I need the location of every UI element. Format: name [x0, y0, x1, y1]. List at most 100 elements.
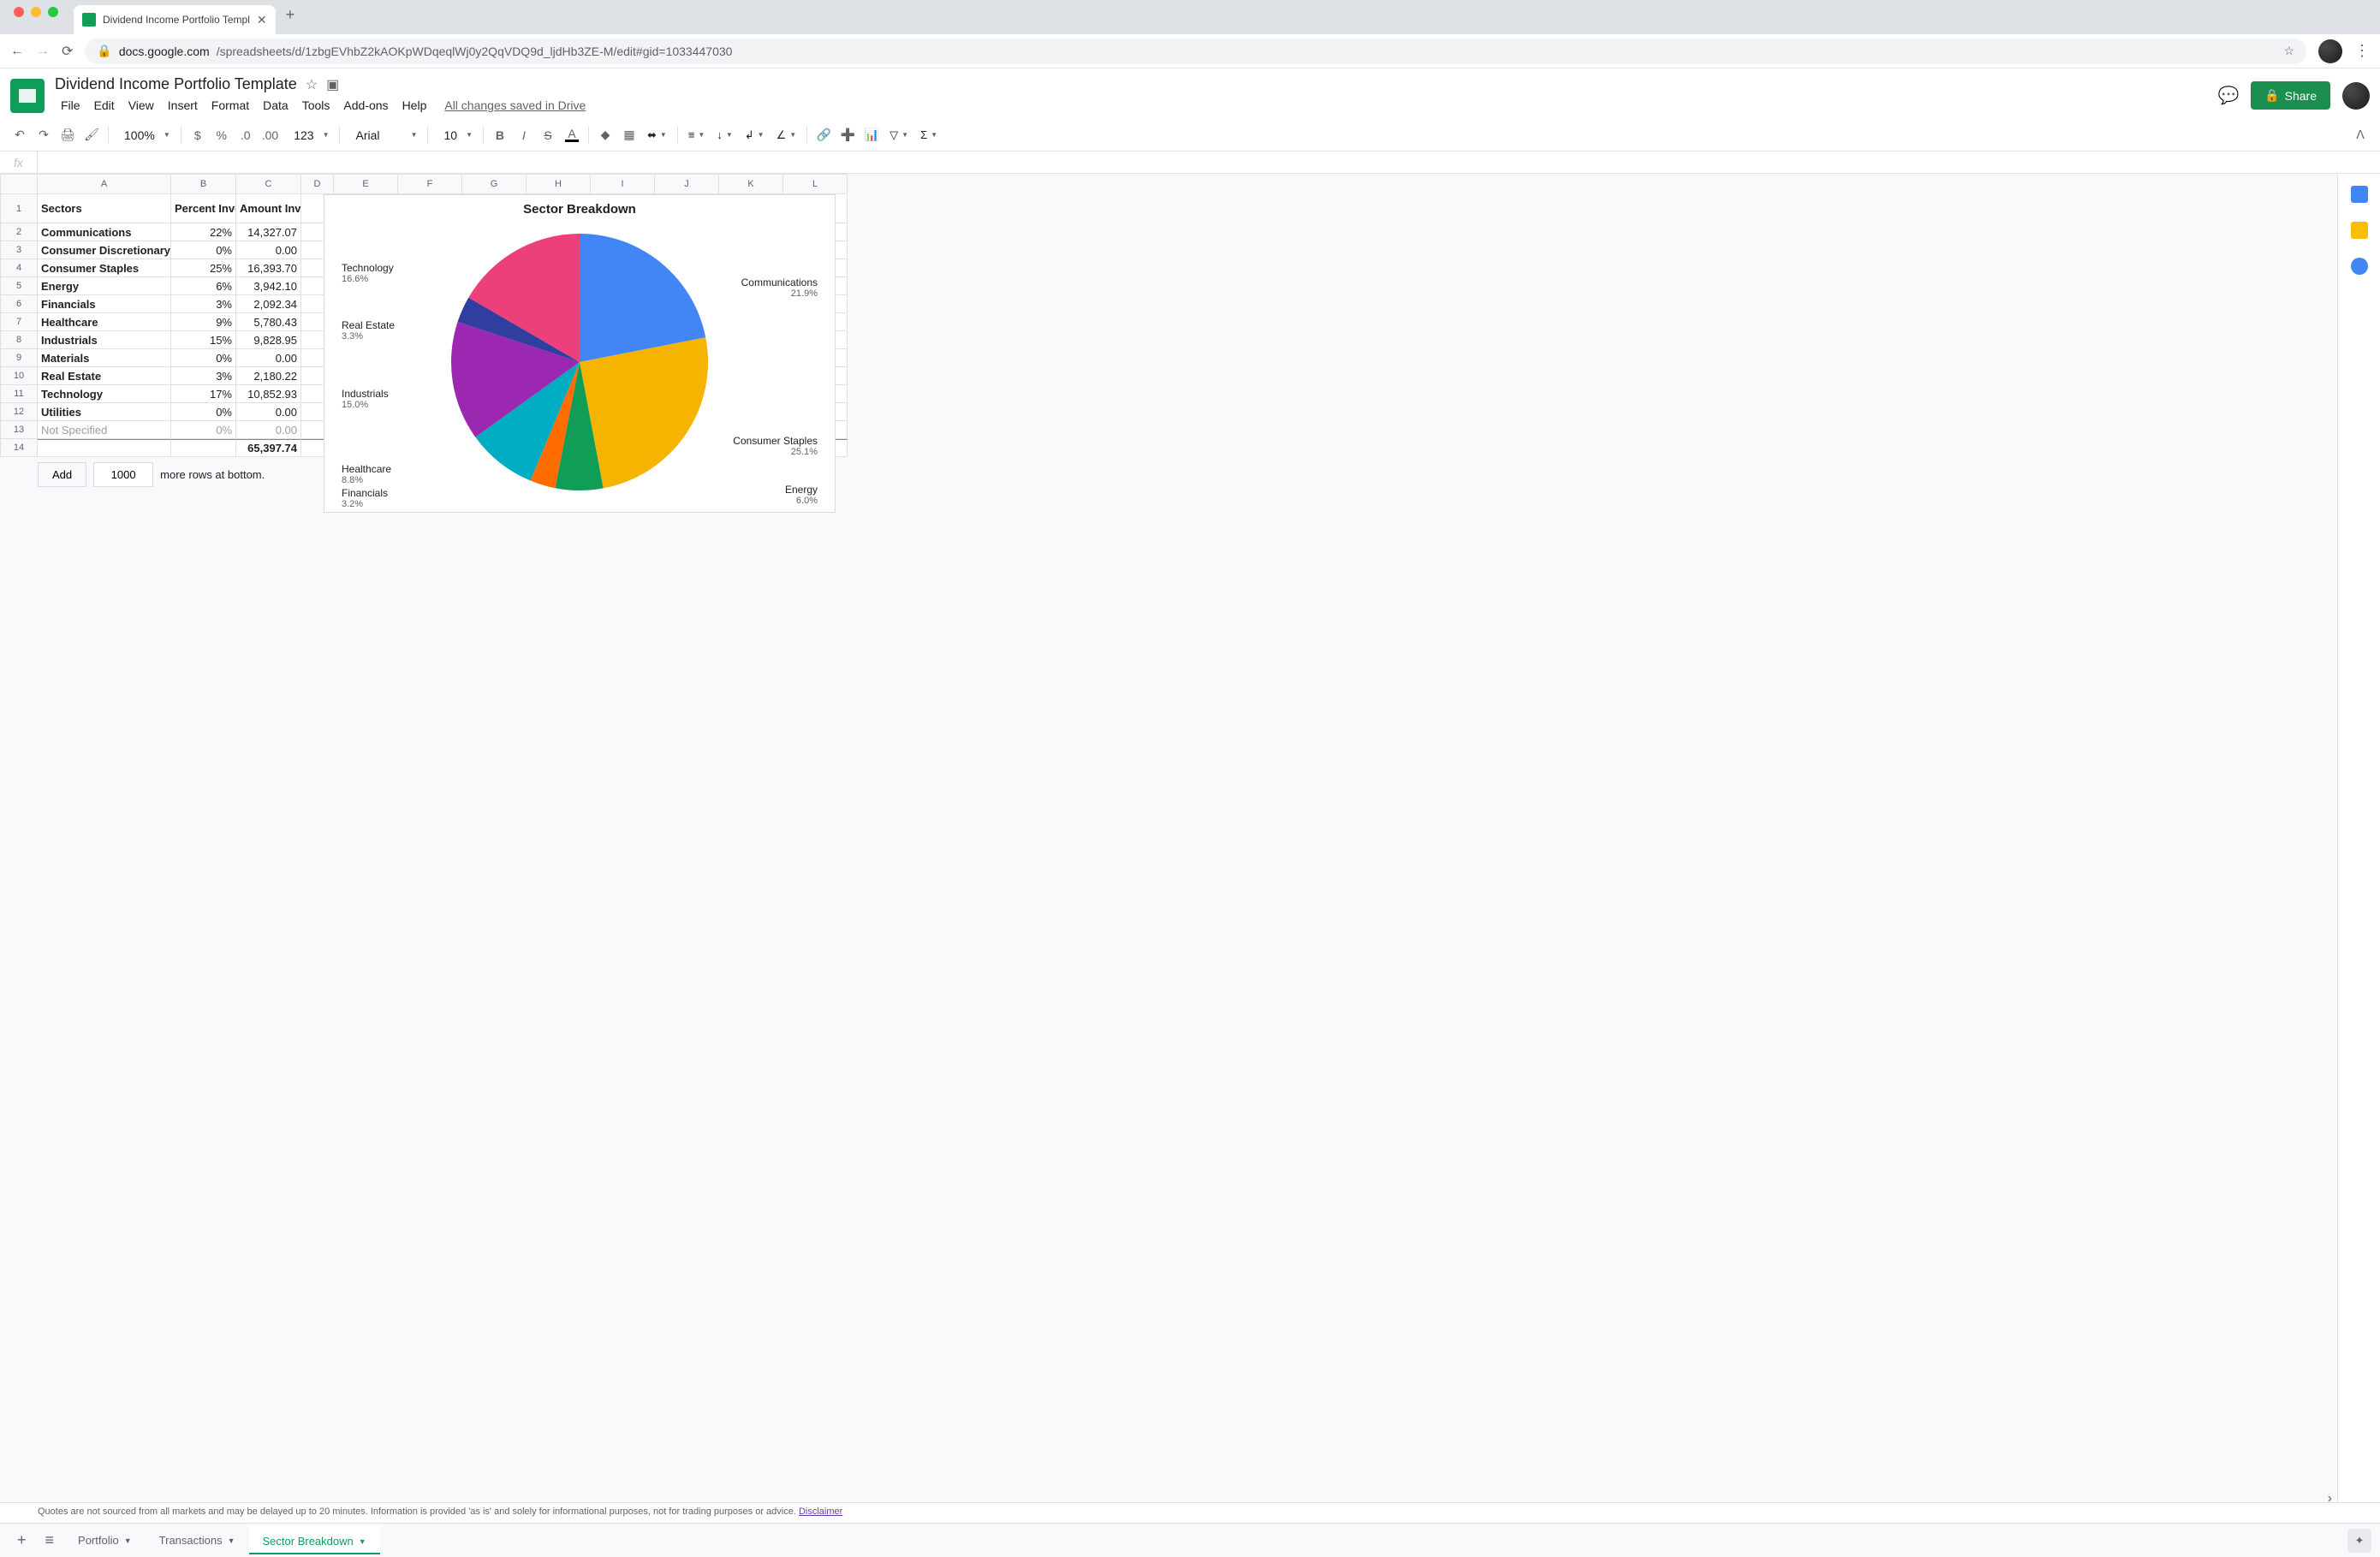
cell-C8[interactable]: 9,828.95: [236, 331, 301, 349]
move-folder-icon[interactable]: ▣: [326, 76, 339, 93]
cell-B9[interactable]: 0%: [171, 349, 236, 367]
text-wrap-button[interactable]: ↲▼: [740, 128, 770, 142]
side-panel-toggle[interactable]: ›: [2323, 1486, 2337, 1512]
cell-C2[interactable]: 14,327.07: [236, 223, 301, 241]
cell-B4[interactable]: 25%: [171, 259, 236, 277]
column-header-G[interactable]: G: [462, 174, 527, 194]
cell-B7[interactable]: 9%: [171, 313, 236, 331]
collapse-toolbar-button[interactable]: ᐱ: [2349, 124, 2371, 146]
fill-color-button[interactable]: ◆: [594, 124, 616, 146]
row-header-7[interactable]: 7: [0, 313, 38, 331]
italic-button[interactable]: I: [513, 124, 535, 146]
back-button[interactable]: ←: [10, 44, 24, 59]
menu-tools[interactable]: Tools: [296, 95, 336, 116]
cell-A6[interactable]: Financials: [38, 295, 171, 313]
cell-A2[interactable]: Communications: [38, 223, 171, 241]
menu-insert[interactable]: Insert: [162, 95, 204, 116]
document-title[interactable]: Dividend Income Portfolio Template: [55, 75, 297, 93]
decrease-decimal-button[interactable]: .0: [235, 124, 257, 146]
cell-A7[interactable]: Healthcare: [38, 313, 171, 331]
cell-C12[interactable]: 0.00: [236, 403, 301, 421]
address-bar[interactable]: 🔒 docs.google.com/spreadsheets/d/1zbgEVh…: [85, 39, 2306, 64]
zoom-select[interactable]: 100%▼: [114, 128, 176, 142]
menu-edit[interactable]: Edit: [88, 95, 121, 116]
pie-chart[interactable]: Sector Breakdown Communications21.9%Cons…: [324, 194, 836, 513]
column-header-L[interactable]: L: [783, 174, 848, 194]
add-rows-input[interactable]: [93, 462, 153, 487]
explore-button[interactable]: ✦: [2347, 1529, 2371, 1553]
share-button[interactable]: 🔒 Share: [2251, 81, 2330, 110]
save-status[interactable]: All changes saved in Drive: [444, 98, 586, 112]
horizontal-align-button[interactable]: ≡▼: [683, 128, 711, 141]
select-all-corner[interactable]: [0, 174, 38, 194]
cell-B14[interactable]: [171, 439, 236, 457]
add-sheet-button[interactable]: +: [9, 1531, 35, 1549]
cell-C13[interactable]: 0.00: [236, 421, 301, 439]
cell-A14[interactable]: [38, 439, 171, 457]
print-button[interactable]: 🖨: [57, 124, 79, 146]
insert-link-button[interactable]: 🔗: [812, 124, 835, 146]
cell-B3[interactable]: 0%: [171, 241, 236, 259]
cell-C14[interactable]: 65,397.74: [236, 439, 301, 457]
row-header-11[interactable]: 11: [0, 385, 38, 403]
reload-button[interactable]: ⟳: [62, 43, 73, 60]
browser-tab[interactable]: Dividend Income Portfolio Templ ✕: [74, 5, 276, 34]
cell-B8[interactable]: 15%: [171, 331, 236, 349]
column-header-B[interactable]: B: [171, 174, 236, 194]
insert-comment-button[interactable]: ➕: [836, 124, 859, 146]
column-header-D[interactable]: D: [301, 174, 334, 194]
strikethrough-button[interactable]: S: [537, 124, 559, 146]
menu-view[interactable]: View: [122, 95, 160, 116]
cell-A12[interactable]: Utilities: [38, 403, 171, 421]
cell-B2[interactable]: 22%: [171, 223, 236, 241]
profile-avatar[interactable]: [2318, 39, 2342, 63]
close-window-button[interactable]: [14, 7, 24, 17]
insert-chart-button[interactable]: 📊: [860, 124, 883, 146]
merge-cells-button[interactable]: ⬌▼: [642, 128, 672, 142]
cell-C3[interactable]: 0.00: [236, 241, 301, 259]
cell-C9[interactable]: 0.00: [236, 349, 301, 367]
menu-data[interactable]: Data: [257, 95, 295, 116]
redo-button[interactable]: ↷: [33, 124, 55, 146]
column-header-I[interactable]: I: [591, 174, 655, 194]
vertical-align-button[interactable]: ↓▼: [711, 128, 737, 141]
cell-B12[interactable]: 0%: [171, 403, 236, 421]
filter-button[interactable]: ▽▼: [884, 128, 913, 142]
sheet-tab-sector-breakdown[interactable]: Sector Breakdown▼: [249, 1526, 380, 1554]
all-sheets-button[interactable]: ≡: [37, 1531, 63, 1549]
cell-A10[interactable]: Real Estate: [38, 367, 171, 385]
borders-button[interactable]: ▦: [618, 124, 640, 146]
column-header-C[interactable]: C: [236, 174, 301, 194]
menu-file[interactable]: File: [55, 95, 86, 116]
bold-button[interactable]: B: [489, 124, 511, 146]
column-header-E[interactable]: E: [334, 174, 398, 194]
calendar-addon-icon[interactable]: [2351, 186, 2368, 203]
menu-add-ons[interactable]: Add-ons: [337, 95, 394, 116]
increase-decimal-button[interactable]: .00: [259, 124, 282, 146]
more-formats-select[interactable]: 123▼: [283, 128, 334, 142]
undo-button[interactable]: ↶: [9, 124, 31, 146]
row-header-13[interactable]: 13: [0, 421, 38, 439]
cell-A11[interactable]: Technology: [38, 385, 171, 403]
new-tab-button[interactable]: +: [286, 6, 295, 29]
maximize-window-button[interactable]: [48, 7, 58, 17]
tasks-addon-icon[interactable]: [2351, 258, 2368, 275]
comments-button[interactable]: 💬: [2218, 86, 2239, 106]
column-header-F[interactable]: F: [398, 174, 462, 194]
row-header-12[interactable]: 12: [0, 403, 38, 421]
cell-C4[interactable]: 16,393.70: [236, 259, 301, 277]
cell-B1[interactable]: Percent Invested: [171, 194, 236, 223]
font-size-select[interactable]: 10▼: [433, 128, 478, 142]
cell-C10[interactable]: 2,180.22: [236, 367, 301, 385]
column-header-J[interactable]: J: [655, 174, 719, 194]
cell-B11[interactable]: 17%: [171, 385, 236, 403]
spreadsheet-grid[interactable]: ABCDEFGHIJKL1SectorsPercent InvestedAmou…: [0, 174, 2337, 1502]
cell-A3[interactable]: Consumer Discretionary: [38, 241, 171, 259]
row-header-5[interactable]: 5: [0, 277, 38, 295]
add-rows-button[interactable]: Add: [38, 462, 86, 487]
text-rotation-button[interactable]: ∠▼: [771, 128, 802, 142]
font-select[interactable]: Arial▼: [345, 128, 422, 142]
menu-format[interactable]: Format: [205, 95, 255, 116]
percent-button[interactable]: %: [211, 124, 233, 146]
menu-help[interactable]: Help: [396, 95, 433, 116]
